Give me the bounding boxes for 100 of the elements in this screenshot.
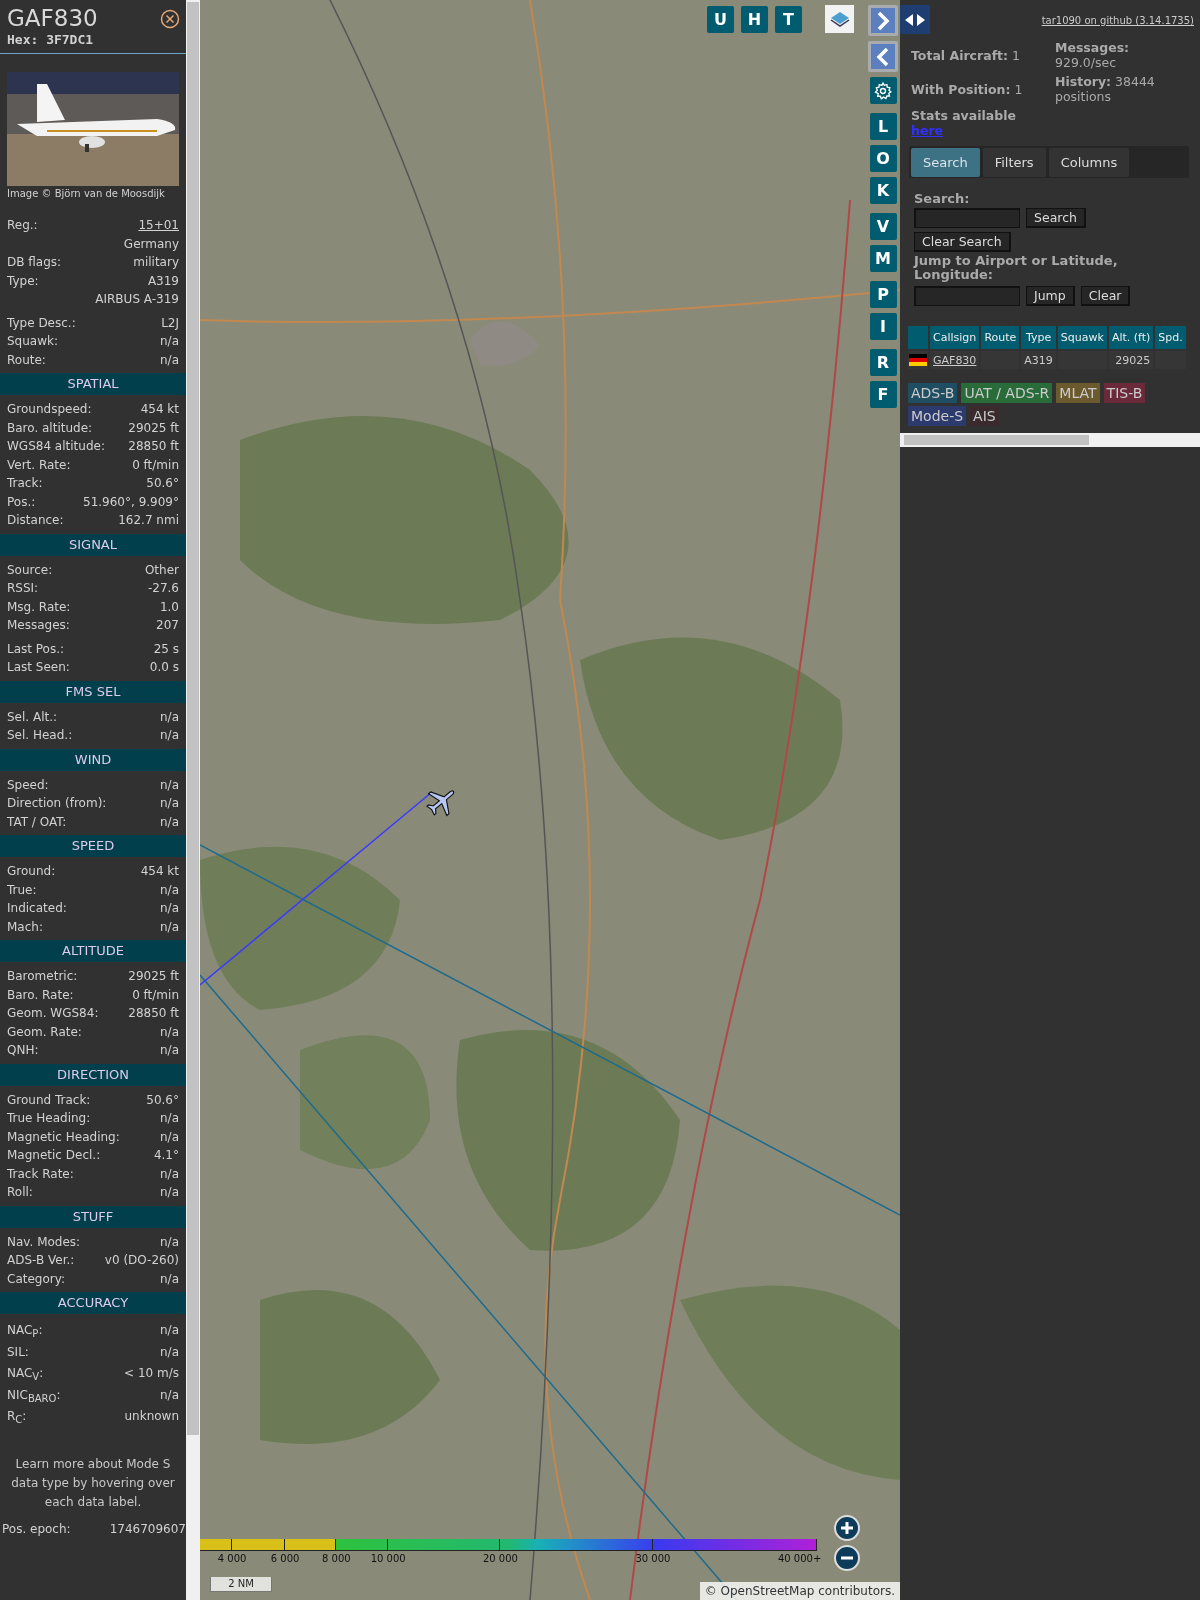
chevron-right-icon [876, 10, 890, 31]
column-header[interactable]: Callsign [930, 326, 980, 349]
map-toggle-button[interactable]: O [869, 145, 897, 172]
legend-label: 20 000 [482, 1553, 518, 1564]
tab[interactable]: Search [911, 147, 980, 177]
field-label: Barometric: [7, 968, 78, 985]
section-header: SIGNAL [0, 533, 186, 556]
clear-search-button[interactable]: Clear Search [914, 232, 1011, 252]
field-value: 1.0 [159, 598, 179, 616]
callsign-link[interactable]: GAF830 [933, 353, 977, 367]
left-right-arrows-icon [904, 12, 926, 27]
field-label: True Heading: [7, 1110, 91, 1127]
field-label: Route: [7, 351, 46, 369]
field-value: 162.7 nmi [118, 512, 179, 529]
section-header: WIND [0, 748, 186, 771]
field-label: Baro. altitude: [7, 419, 93, 437]
field-value: 29025 ft [128, 419, 179, 437]
expand-button[interactable] [868, 5, 898, 36]
field-value: n/a [160, 708, 179, 726]
column-header[interactable]: Spd. [1155, 326, 1186, 349]
legend-label: 10 000 [370, 1553, 406, 1564]
github-link[interactable]: tar1090 on github (3.14.1735) [1041, 15, 1194, 26]
map-toggle-button[interactable]: M [869, 245, 897, 272]
field-label: Pos.: [7, 493, 36, 511]
field-value: n/a [160, 881, 179, 899]
stats-label: Stats available [911, 108, 1017, 123]
field-label: Ground Track: [7, 1091, 91, 1109]
map-toggle-button[interactable]: H [741, 6, 768, 33]
field-label: SIL: [7, 1343, 29, 1361]
field-value: n/a [160, 1165, 179, 1183]
source-tag: MLAT [1056, 383, 1100, 403]
stat-text: Total Aircraft: 1 [911, 48, 1021, 63]
search-field[interactable] [914, 208, 1020, 228]
column-header[interactable]: Route [981, 326, 1020, 349]
field-label: Direction (from): [7, 795, 107, 812]
callsign-title: GAF830 [7, 4, 98, 32]
field-value: 28850 ft [128, 438, 179, 455]
legend-label: 6 000 [270, 1553, 300, 1564]
map-toggle-button[interactable]: L [869, 113, 897, 140]
horizontal-scrollbar[interactable] [900, 433, 1200, 447]
split-view-button[interactable] [900, 5, 930, 34]
settings-button[interactable] [869, 77, 897, 104]
map-toggle-button[interactable]: I [869, 313, 897, 340]
column-header[interactable]: Type [1021, 326, 1056, 349]
field-value: Other [144, 561, 179, 579]
tab[interactable]: Filters [982, 147, 1046, 177]
field-label: Ground: [7, 863, 56, 880]
field-value: < 10 m/s [124, 1365, 179, 1382]
map-toggle-button[interactable]: U [707, 6, 734, 33]
field-value: 28850 ft [128, 1005, 179, 1022]
collapse-button[interactable] [868, 41, 898, 72]
field-value: v0 (DO-260) [104, 1252, 179, 1269]
field-value: 51.960°, 9.909° [83, 493, 179, 511]
map-toggle-button[interactable]: P [869, 281, 897, 308]
clear-button[interactable]: Clear [1080, 286, 1131, 306]
stat-text: With Position: 1 [911, 82, 1024, 97]
map-toggle-button[interactable]: R [869, 349, 897, 376]
field-value: n/a [160, 351, 179, 369]
column-header[interactable]: Alt. (ft) [1108, 326, 1154, 349]
chevron-left-icon [876, 46, 890, 67]
field-label: Magnetic Heading: [7, 1128, 120, 1146]
field-label: Indicated: [7, 900, 67, 917]
field-value: n/a [160, 1386, 179, 1404]
field-value: n/a [160, 1128, 179, 1146]
field-label: Pos. epoch: [2, 1520, 71, 1538]
map-toggle-button[interactable]: V [869, 213, 897, 240]
search-button[interactable]: Search [1026, 208, 1086, 228]
field-value: -27.6 [147, 580, 179, 597]
field-label: Last Seen: [7, 659, 70, 676]
field-label: Nav. Modes: [7, 1233, 81, 1251]
map-toggle-button[interactable]: F [869, 381, 897, 408]
registration-link[interactable]: 15+01 [138, 216, 179, 235]
field-value: n/a [160, 1023, 179, 1041]
column-header[interactable]: Squawk [1057, 326, 1107, 349]
field-value: Germany [123, 235, 179, 253]
tab[interactable]: Columns [1048, 147, 1130, 177]
field-label: Last Pos.: [7, 640, 65, 658]
attribution-link[interactable]: OpenStreetMap [720, 1584, 815, 1598]
layers-button[interactable] [825, 5, 854, 33]
map-toggle-button[interactable]: T [775, 6, 802, 33]
scrollbar[interactable] [186, 0, 200, 1600]
field-value: n/a [160, 776, 179, 794]
jump-button[interactable]: Jump [1026, 286, 1075, 306]
field-label: Sel. Alt.: [7, 708, 58, 726]
field-value: n/a [160, 1343, 179, 1361]
field-value: 0 ft/min [132, 456, 179, 474]
field-label: Track Rate: [7, 1165, 74, 1183]
source-tag: UAT / ADS-R [961, 383, 1053, 403]
field-label: Groundspeed: [7, 401, 92, 418]
field-value: 50.6° [146, 475, 179, 492]
section-header: FMS SEL [0, 680, 186, 703]
stat-text: History: 38444 positions [1055, 74, 1156, 104]
location-field[interactable] [914, 286, 1020, 306]
field-value: A319 [147, 272, 179, 290]
map-toggle-button[interactable]: K [869, 177, 897, 204]
settings-icon [873, 80, 893, 101]
field-value: n/a [160, 1184, 179, 1201]
close-icon[interactable] [160, 9, 180, 29]
field-label: Track: [7, 475, 43, 492]
flag-icon [909, 354, 927, 366]
